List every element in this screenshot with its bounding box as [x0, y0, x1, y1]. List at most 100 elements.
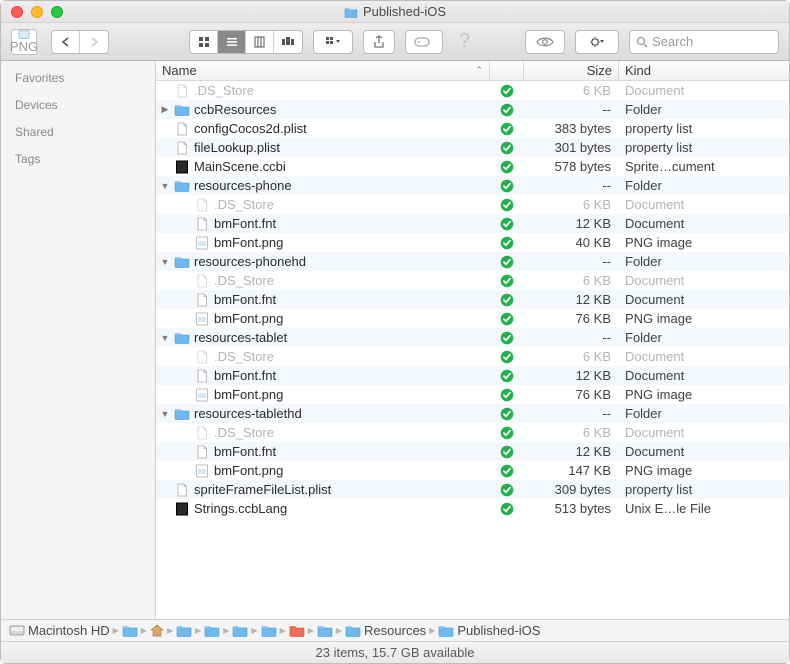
coverflow-view-button[interactable]: [274, 31, 302, 53]
file-row[interactable]: bmFont.png40 KBPNG image: [156, 233, 789, 252]
file-list[interactable]: .DS_Store6 KBDocument▶ccbResources--Fold…: [156, 81, 789, 619]
sync-status-icon: [490, 483, 524, 497]
path-segment[interactable]: [204, 624, 220, 637]
file-row[interactable]: bmFont.png76 KBPNG image: [156, 385, 789, 404]
sidebar-item-favorites[interactable]: Favorites: [15, 71, 141, 85]
path-segment[interactable]: [150, 624, 164, 637]
file-row[interactable]: spriteFrameFileList.plist309 bytesproper…: [156, 480, 789, 499]
path-segment[interactable]: Resources: [345, 623, 426, 638]
sidebar-item-devices[interactable]: Devices: [15, 98, 141, 112]
arrange-menu[interactable]: [313, 30, 353, 54]
home-icon: [150, 624, 164, 637]
header-sync[interactable]: [490, 61, 524, 80]
icon-view-button[interactable]: [190, 31, 218, 53]
action-menu[interactable]: [575, 30, 619, 54]
path-segment[interactable]: Published-iOS: [438, 623, 540, 638]
folder-icon: [174, 103, 190, 117]
header-kind[interactable]: Kind: [619, 61, 789, 80]
file-name: fileLookup.plist: [194, 140, 280, 155]
file-row[interactable]: ▼resources-phone--Folder: [156, 176, 789, 195]
file-name: ccbResources: [194, 102, 276, 117]
forward-button[interactable]: [80, 31, 108, 53]
sidebar-item-shared[interactable]: Shared: [15, 125, 141, 139]
file-row[interactable]: .DS_Store6 KBDocument: [156, 81, 789, 100]
window-controls: [1, 6, 63, 18]
file-row[interactable]: MainScene.ccbi578 bytesSprite…cument: [156, 157, 789, 176]
file-name: Strings.ccbLang: [194, 501, 287, 516]
file-row[interactable]: bmFont.png76 KBPNG image: [156, 309, 789, 328]
sync-status-icon: [490, 179, 524, 193]
path-segment[interactable]: [261, 624, 277, 637]
folder-icon: [438, 624, 454, 637]
sync-status-icon: [490, 426, 524, 440]
column-view-button[interactable]: [246, 31, 274, 53]
file-size: 12 KB: [524, 444, 619, 459]
file-row[interactable]: ▼resources-phonehd--Folder: [156, 252, 789, 271]
sync-status-icon: [490, 502, 524, 516]
header-name[interactable]: Name⌃: [156, 61, 490, 80]
file-row[interactable]: fileLookup.plist301 bytesproperty list: [156, 138, 789, 157]
folder-icon: [345, 624, 361, 637]
close-button[interactable]: [11, 6, 23, 18]
path-segment[interactable]: [317, 624, 333, 637]
zoom-button[interactable]: [51, 6, 63, 18]
file-row[interactable]: ▶ccbResources--Folder: [156, 100, 789, 119]
search-field[interactable]: Search: [629, 30, 779, 54]
path-segment[interactable]: [289, 624, 305, 637]
file-row[interactable]: configCocos2d.plist383 bytesproperty lis…: [156, 119, 789, 138]
file-row[interactable]: ▼resources-tablet--Folder: [156, 328, 789, 347]
file-kind: Document: [619, 273, 789, 288]
path-segment[interactable]: [176, 624, 192, 637]
folder-icon: [174, 179, 190, 193]
path-segment[interactable]: Macintosh HD: [9, 623, 110, 638]
sync-status-icon: [490, 369, 524, 383]
doc-dim-icon: [174, 84, 190, 98]
sync-status-icon: [490, 160, 524, 174]
file-row[interactable]: bmFont.png147 KBPNG image: [156, 461, 789, 480]
file-name: .DS_Store: [214, 349, 274, 364]
file-row[interactable]: Strings.ccbLang513 bytesUnix E…le File: [156, 499, 789, 518]
file-kind: property list: [619, 482, 789, 497]
sync-status-icon: [490, 236, 524, 250]
folder-icon: [122, 624, 138, 637]
file-name: bmFont.fnt: [214, 444, 276, 459]
disclosure-icon[interactable]: ▼: [160, 257, 170, 267]
sidebar-item-tags[interactable]: Tags: [15, 152, 141, 166]
file-size: 383 bytes: [524, 121, 619, 136]
file-row[interactable]: .DS_Store6 KBDocument: [156, 271, 789, 290]
file-size: 12 KB: [524, 368, 619, 383]
file-name: resources-tablet: [194, 330, 287, 345]
search-icon: [636, 36, 648, 48]
folder-icon: [174, 331, 190, 345]
path-segment[interactable]: [122, 624, 138, 637]
file-row[interactable]: .DS_Store6 KBDocument: [156, 423, 789, 442]
sync-status-icon: [490, 103, 524, 117]
quicklook-button[interactable]: [525, 30, 565, 54]
path-bar[interactable]: Macintosh HD▶▶▶▶▶▶▶▶▶Resources▶Published…: [1, 619, 789, 641]
file-row[interactable]: .DS_Store6 KBDocument: [156, 347, 789, 366]
file-row[interactable]: bmFont.fnt12 KBDocument: [156, 442, 789, 461]
file-row[interactable]: ▼resources-tablethd--Folder: [156, 404, 789, 423]
file-size: 12 KB: [524, 216, 619, 231]
file-row[interactable]: bmFont.fnt12 KBDocument: [156, 290, 789, 309]
file-row[interactable]: .DS_Store6 KBDocument: [156, 195, 789, 214]
disclosure-icon[interactable]: ▶: [160, 104, 170, 115]
header-size[interactable]: Size: [524, 61, 619, 80]
share-button[interactable]: [363, 30, 395, 54]
file-row[interactable]: bmFont.fnt12 KBDocument: [156, 366, 789, 385]
list-view-button[interactable]: [218, 31, 246, 53]
document-proxy-icon[interactable]: PNG: [11, 29, 37, 55]
disclosure-icon[interactable]: ▼: [160, 181, 170, 191]
sync-status-icon: [490, 350, 524, 364]
minimize-button[interactable]: [31, 6, 43, 18]
file-size: --: [524, 178, 619, 193]
back-button[interactable]: [52, 31, 80, 53]
disclosure-icon[interactable]: ▼: [160, 409, 170, 419]
path-segment[interactable]: [232, 624, 248, 637]
file-kind: Document: [619, 197, 789, 212]
file-size: 40 KB: [524, 235, 619, 250]
tags-button[interactable]: [405, 30, 443, 54]
disclosure-icon[interactable]: ▼: [160, 333, 170, 343]
file-row[interactable]: bmFont.fnt12 KBDocument: [156, 214, 789, 233]
file-name: .DS_Store: [194, 83, 254, 98]
